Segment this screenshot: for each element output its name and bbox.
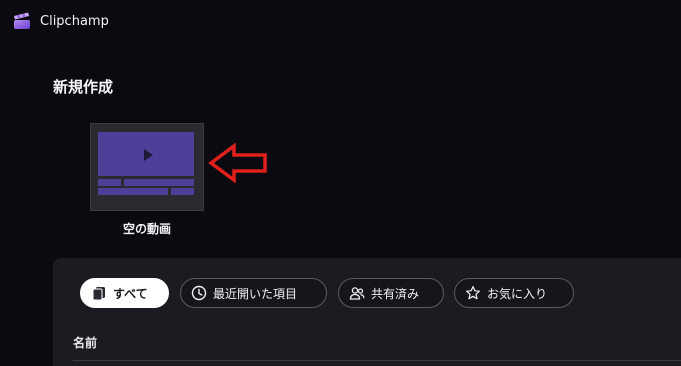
filter-all-label: すべて	[113, 286, 148, 301]
video-timeline-thumbnail-icon	[98, 132, 194, 195]
filter-recent-label: 最近開いた項目	[213, 286, 298, 301]
filter-favorites-chip[interactable]: お気に入り	[454, 278, 574, 308]
clock-icon	[191, 285, 207, 301]
column-header-name[interactable]: 名前	[73, 334, 97, 351]
header-divider	[73, 360, 681, 361]
blank-video-card[interactable]	[90, 123, 204, 211]
title-bar: Clipchamp	[0, 0, 681, 44]
app-title: Clipchamp	[40, 14, 109, 29]
filter-shared-chip[interactable]: 共有済み	[338, 278, 444, 308]
red-arrow-left-icon	[207, 142, 271, 190]
blank-video-label: 空の動画	[122, 222, 171, 236]
create-new-heading: 新規作成	[53, 78, 114, 96]
clipchamp-app: Clipchamp 新規作成 空の動画 すべて 最近開いた項目 共有済み お気に…	[0, 0, 681, 366]
stack-icon	[91, 285, 107, 301]
clipchamp-logo-icon	[12, 11, 32, 31]
people-icon	[349, 285, 365, 301]
filter-all-chip[interactable]: すべて	[80, 278, 169, 308]
library-panel	[53, 258, 681, 366]
filter-recent-chip[interactable]: 最近開いた項目	[180, 278, 327, 308]
filter-shared-label: 共有済み	[371, 286, 420, 301]
filter-favorites-label: お気に入り	[487, 286, 548, 301]
star-icon	[465, 285, 481, 301]
